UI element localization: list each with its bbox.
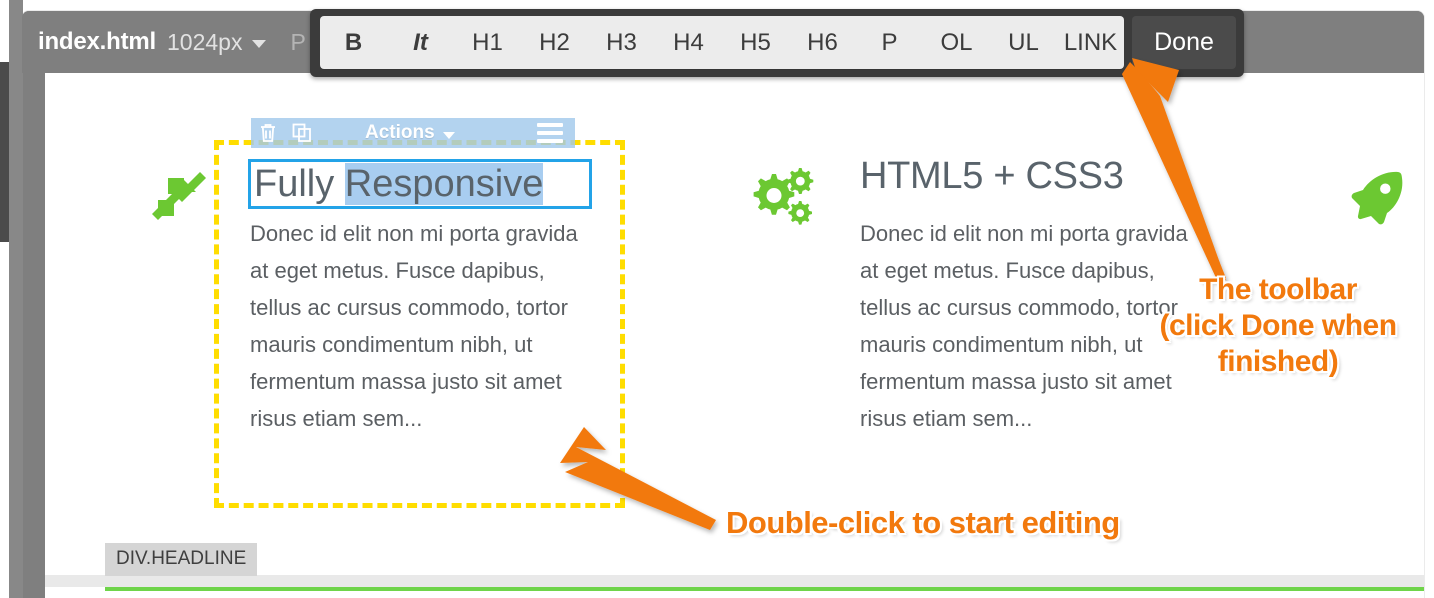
format-button-h3[interactable]: H3 bbox=[588, 16, 655, 69]
title-bar-content: index.html 1024px P bbox=[38, 11, 306, 73]
actions-menu-label[interactable]: Actions bbox=[365, 122, 435, 144]
format-button-p[interactable]: P bbox=[856, 16, 923, 69]
annotation-toolbar-line3: finished) bbox=[1217, 345, 1339, 378]
feature-title-right[interactable]: HTML5 + CSS3 bbox=[860, 155, 1200, 199]
format-button-h2[interactable]: H2 bbox=[521, 16, 588, 69]
viewport-size-label[interactable]: 1024px bbox=[167, 29, 242, 56]
format-toolbar[interactable]: B It H1 H2 H3 H4 H5 H6 P OL UL LINK Done bbox=[310, 9, 1244, 77]
annotation-toolbar-line2: (click Done when bbox=[1159, 309, 1397, 342]
format-button-group: B It H1 H2 H3 H4 H5 H6 P OL UL LINK bbox=[320, 16, 1124, 69]
element-actions-bar[interactable]: Actions bbox=[251, 118, 575, 148]
format-button-h5[interactable]: H5 bbox=[722, 16, 789, 69]
green-highlight-line bbox=[105, 587, 1424, 591]
element-tag-badge[interactable]: DIV.HEADLINE bbox=[105, 543, 258, 576]
hamburger-icon[interactable] bbox=[537, 123, 563, 143]
window-left-dark-strip bbox=[0, 62, 9, 242]
format-button-link[interactable]: LINK bbox=[1057, 16, 1124, 69]
format-button-h1[interactable]: H1 bbox=[454, 16, 521, 69]
window-left-edge bbox=[9, 0, 23, 598]
resize-arrows-icon bbox=[148, 168, 210, 231]
annotation-toolbar-callout: The toolbar (click Done when finished) bbox=[1128, 272, 1428, 380]
obscured-menu-label[interactable]: P bbox=[290, 29, 305, 56]
screen: index.html 1024px P Fully Responsive Don… bbox=[0, 0, 1434, 598]
done-button[interactable]: Done bbox=[1132, 16, 1236, 69]
trash-icon[interactable] bbox=[251, 120, 285, 146]
chevron-down-icon[interactable] bbox=[442, 132, 455, 139]
format-button-h4[interactable]: H4 bbox=[655, 16, 722, 69]
copy-icon[interactable] bbox=[285, 120, 319, 146]
annotation-toolbar-line1: The toolbar bbox=[1199, 273, 1357, 306]
title-unselected-text: Fully bbox=[254, 163, 345, 205]
footer-band bbox=[45, 575, 1424, 587]
chevron-down-icon[interactable] bbox=[252, 40, 267, 48]
rocket-icon bbox=[1344, 168, 1406, 231]
feature-body-left[interactable]: Donec id elit non mi porta gravida at eg… bbox=[250, 215, 590, 437]
format-button-h6[interactable]: H6 bbox=[789, 16, 856, 69]
gears-icon bbox=[746, 166, 816, 233]
annotation-doubleclick-callout: Double-click to start editing bbox=[726, 505, 1120, 540]
format-button-italic[interactable]: It bbox=[387, 16, 454, 69]
title-selected-text: Responsive bbox=[344, 163, 544, 205]
feature-title-left[interactable]: Fully Responsive bbox=[254, 160, 544, 208]
format-button-bold[interactable]: B bbox=[320, 16, 387, 69]
footer-white-strip bbox=[45, 591, 1424, 598]
format-button-ul[interactable]: UL bbox=[990, 16, 1057, 69]
format-button-ol[interactable]: OL bbox=[923, 16, 990, 69]
file-name-label: index.html bbox=[38, 28, 157, 55]
